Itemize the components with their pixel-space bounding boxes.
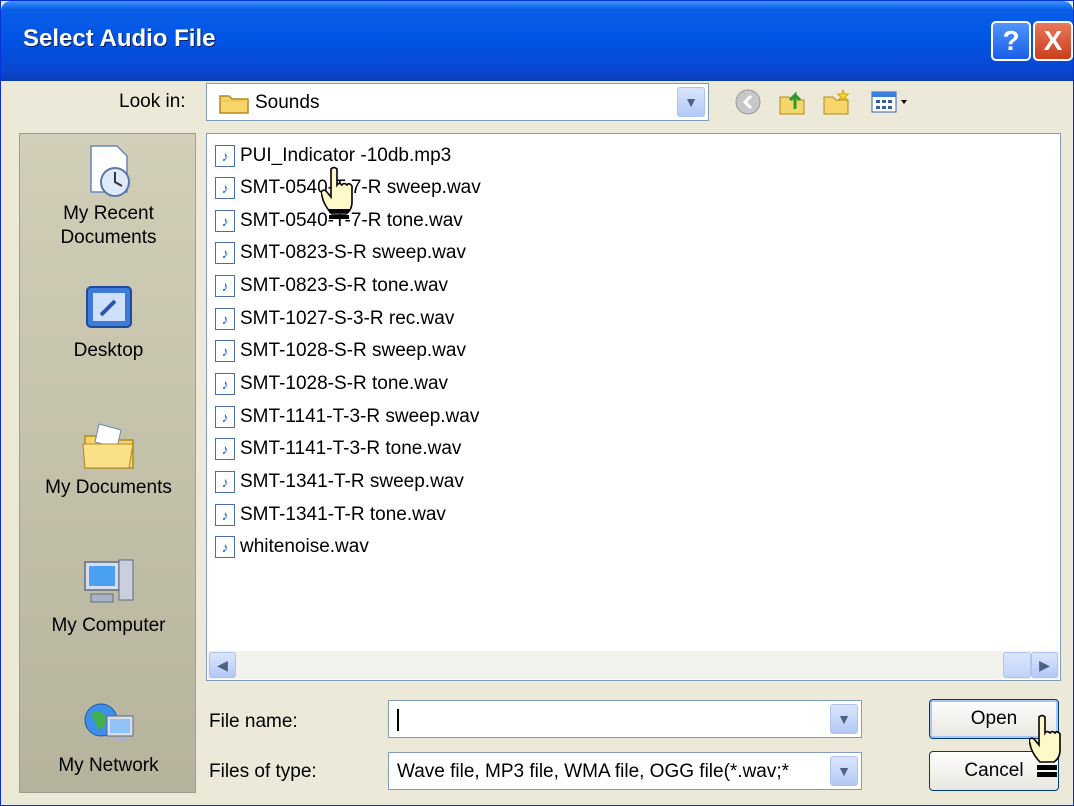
up-folder-icon bbox=[779, 91, 805, 115]
place-label-line: My Recent bbox=[63, 203, 154, 224]
files-of-type-dropdown[interactable]: Wave file, MP3 file, WMA file, OGG file(… bbox=[388, 752, 862, 790]
help-button[interactable]: ? bbox=[991, 21, 1031, 61]
file-name-text: PUI_Indicator -10db.mp3 bbox=[240, 145, 452, 166]
hand-cursor-icon bbox=[321, 166, 353, 219]
look-in-label: Look in: bbox=[119, 91, 186, 112]
look-in-dropdown-button[interactable]: ▼ bbox=[677, 87, 705, 117]
file-name-label: File name: bbox=[209, 711, 298, 732]
scroll-thumb[interactable] bbox=[1003, 652, 1031, 678]
up-folder-button[interactable] bbox=[775, 87, 809, 117]
recent-documents-icon bbox=[89, 145, 130, 197]
audio-file-icon: ♪ bbox=[215, 210, 235, 232]
select-audio-file-dialog: Select Audio File ? X Look in: Sounds ▼ bbox=[0, 0, 1074, 806]
text-caret bbox=[397, 709, 399, 731]
scroll-left-button[interactable]: ◀ bbox=[209, 652, 236, 678]
file-name-input[interactable]: ▼ bbox=[388, 700, 862, 738]
close-button[interactable]: X bbox=[1033, 21, 1073, 61]
file-name-text: SMT-0540-T-7-R sweep.wav bbox=[240, 177, 481, 198]
audio-file-icon: ♪ bbox=[215, 471, 235, 493]
title-bar[interactable]: Select Audio File ? X bbox=[1, 1, 1073, 81]
new-folder-button[interactable] bbox=[819, 87, 853, 117]
view-menu-button[interactable] bbox=[867, 87, 917, 117]
new-folder-icon bbox=[823, 88, 850, 115]
place-my-documents[interactable]: My Documents bbox=[20, 416, 197, 500]
file-item[interactable]: ♪ SMT-1027-S-3-R rec.wav bbox=[215, 303, 454, 335]
file-name-text: SMT-0823-S-R tone.wav bbox=[240, 275, 449, 296]
back-arrow-icon bbox=[735, 89, 761, 115]
file-name-text: SMT-1028-S-R sweep.wav bbox=[240, 340, 466, 361]
look-in-value: Sounds bbox=[255, 92, 320, 113]
files-of-type-value: Wave file, MP3 file, WMA file, OGG file(… bbox=[397, 761, 790, 782]
hand-cursor-icon bbox=[1029, 714, 1061, 777]
file-name-dropdown-button[interactable]: ▼ bbox=[830, 704, 858, 734]
chevron-down-icon: ▼ bbox=[837, 711, 851, 727]
cancel-button-label: Cancel bbox=[964, 760, 1024, 781]
view-menu-icon bbox=[871, 91, 907, 113]
place-my-recent-documents[interactable]: My Recent Documents bbox=[20, 142, 197, 250]
place-label-line: Desktop bbox=[73, 340, 144, 361]
file-name-text: SMT-1027-S-3-R rec.wav bbox=[240, 308, 455, 329]
file-item[interactable]: ♪ SMT-1028-S-R tone.wav bbox=[215, 368, 448, 400]
folder-icon bbox=[219, 95, 249, 114]
horizontal-scrollbar[interactable]: ◀ ▶ bbox=[208, 651, 1059, 679]
place-label-line: My Computer bbox=[51, 615, 166, 636]
file-item[interactable]: ♪ SMT-1141-T-3-R tone.wav bbox=[215, 433, 461, 465]
window-title: Select Audio File bbox=[23, 25, 216, 52]
file-item[interactable]: ♪ whitenoise.wav bbox=[215, 531, 369, 563]
help-icon: ? bbox=[1002, 25, 1020, 56]
file-name-text: SMT-1141-T-3-R sweep.wav bbox=[240, 406, 480, 427]
chevron-down-icon: ▼ bbox=[684, 94, 698, 110]
files-of-type-dropdown-button[interactable]: ▼ bbox=[830, 756, 858, 786]
file-item[interactable]: ♪ SMT-1341-T-R sweep.wav bbox=[215, 466, 464, 498]
look-in-dropdown[interactable]: Sounds ▼ bbox=[206, 83, 709, 121]
place-label-line: Documents bbox=[60, 227, 157, 248]
place-label-line: My Network bbox=[58, 755, 159, 776]
file-name-text: SMT-1341-T-R sweep.wav bbox=[240, 471, 464, 492]
file-item[interactable]: ♪ SMT-1141-T-3-R sweep.wav bbox=[215, 401, 479, 433]
audio-file-icon: ♪ bbox=[215, 242, 235, 264]
audio-file-icon: ♪ bbox=[215, 177, 235, 199]
audio-file-icon: ♪ bbox=[215, 308, 235, 330]
file-item[interactable]: ♪ SMT-1028-S-R sweep.wav bbox=[215, 335, 466, 367]
file-name-text: whitenoise.wav bbox=[240, 536, 369, 557]
my-network-icon bbox=[84, 703, 133, 742]
chevron-left-icon: ◀ bbox=[217, 656, 228, 673]
place-my-network[interactable]: My Network bbox=[20, 694, 197, 778]
place-label-line: My Documents bbox=[45, 477, 172, 498]
audio-file-icon: ♪ bbox=[215, 373, 235, 395]
audio-file-icon: ♪ bbox=[215, 275, 235, 297]
file-item[interactable]: ♪ SMT-0823-S-R tone.wav bbox=[215, 270, 448, 302]
places-bar: My Recent Documents Desktop My Documents bbox=[19, 133, 196, 793]
file-name-text: SMT-1141-T-3-R tone.wav bbox=[240, 438, 462, 459]
chevron-right-icon: ▶ bbox=[1039, 656, 1050, 673]
files-of-type-label: Files of type: bbox=[209, 761, 317, 782]
file-name-text: SMT-1341-T-R tone.wav bbox=[240, 504, 446, 525]
back-button[interactable] bbox=[731, 87, 765, 117]
desktop-icon bbox=[85, 286, 132, 328]
file-item[interactable]: ♪ SMT-1341-T-R tone.wav bbox=[215, 499, 446, 531]
audio-file-icon: ♪ bbox=[215, 504, 235, 526]
file-item[interactable]: ♪ SMT-0823-S-R sweep.wav bbox=[215, 237, 466, 269]
open-button-label: Open bbox=[970, 708, 1018, 729]
file-name-text: SMT-1028-S-R tone.wav bbox=[240, 373, 449, 394]
audio-file-icon: ♪ bbox=[215, 340, 235, 362]
chevron-down-icon: ▼ bbox=[837, 763, 851, 779]
close-icon: X bbox=[1043, 25, 1063, 56]
file-name-text: SMT-0823-S-R sweep.wav bbox=[240, 242, 466, 263]
audio-file-icon: ♪ bbox=[215, 536, 235, 558]
audio-file-icon: ♪ bbox=[215, 406, 235, 428]
my-documents-icon bbox=[81, 423, 134, 469]
audio-file-icon: ♪ bbox=[215, 438, 235, 460]
place-desktop[interactable]: Desktop bbox=[20, 279, 197, 363]
scroll-right-button[interactable]: ▶ bbox=[1031, 652, 1058, 678]
place-my-computer[interactable]: My Computer bbox=[20, 554, 197, 638]
audio-file-icon: ♪ bbox=[215, 145, 235, 167]
my-computer-icon bbox=[83, 559, 133, 603]
